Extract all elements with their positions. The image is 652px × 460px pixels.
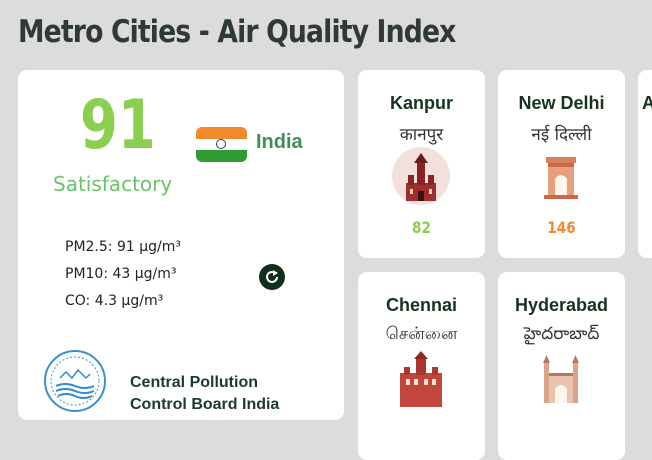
source-organization: Central Pollution Control Board India — [130, 374, 280, 413]
city-name: Kanpur — [390, 93, 453, 113]
city-local-name: హైదరాబాద్ — [523, 324, 600, 344]
page-title: Metro Cities - Air Quality Index — [18, 14, 456, 50]
city-local-name: नई दिल्ली — [531, 125, 592, 145]
city-card-partial[interactable]: A — [638, 70, 652, 258]
india-flag-icon — [196, 127, 247, 162]
india-gate-icon — [532, 147, 590, 205]
refresh-icon — [266, 270, 278, 283]
city-card-hyderabad[interactable]: Hyderabad హైదరాబాద్ — [498, 272, 625, 460]
city-name: Chennai — [385, 295, 457, 315]
city-card-chennai[interactable]: Chennai சென்னை — [358, 272, 485, 460]
city-aqi: 146 — [547, 218, 576, 237]
city-card-kanpur[interactable]: Kanpur कानपुर 82 — [358, 70, 485, 258]
pollutant-co: CO: 4.3 µg/m³ — [65, 293, 164, 309]
city-name: A — [642, 93, 652, 113]
country-name: India — [256, 131, 303, 153]
city-local-name: சென்னை — [385, 324, 458, 344]
city-card-new-delhi[interactable]: New Delhi नई दिल्ली 146 — [498, 70, 625, 258]
kanpur-monument-icon — [392, 147, 450, 205]
pollutant-pm10: PM10: 43 µg/m³ — [65, 266, 177, 282]
cpcb-logo-icon — [44, 350, 106, 412]
aqi-status: Satisfactory — [53, 172, 173, 196]
chennai-central-icon — [392, 349, 450, 413]
charminar-icon — [532, 349, 590, 407]
city-name: Hyderabad — [514, 295, 609, 315]
refresh-button[interactable] — [259, 264, 285, 290]
city-local-name: कानपुर — [399, 125, 444, 145]
aqi-value: 91 — [80, 86, 156, 165]
city-aqi: 82 — [412, 218, 431, 237]
pollutant-pm25: PM2.5: 91 µg/m³ — [65, 239, 181, 255]
city-name: New Delhi — [518, 93, 605, 113]
